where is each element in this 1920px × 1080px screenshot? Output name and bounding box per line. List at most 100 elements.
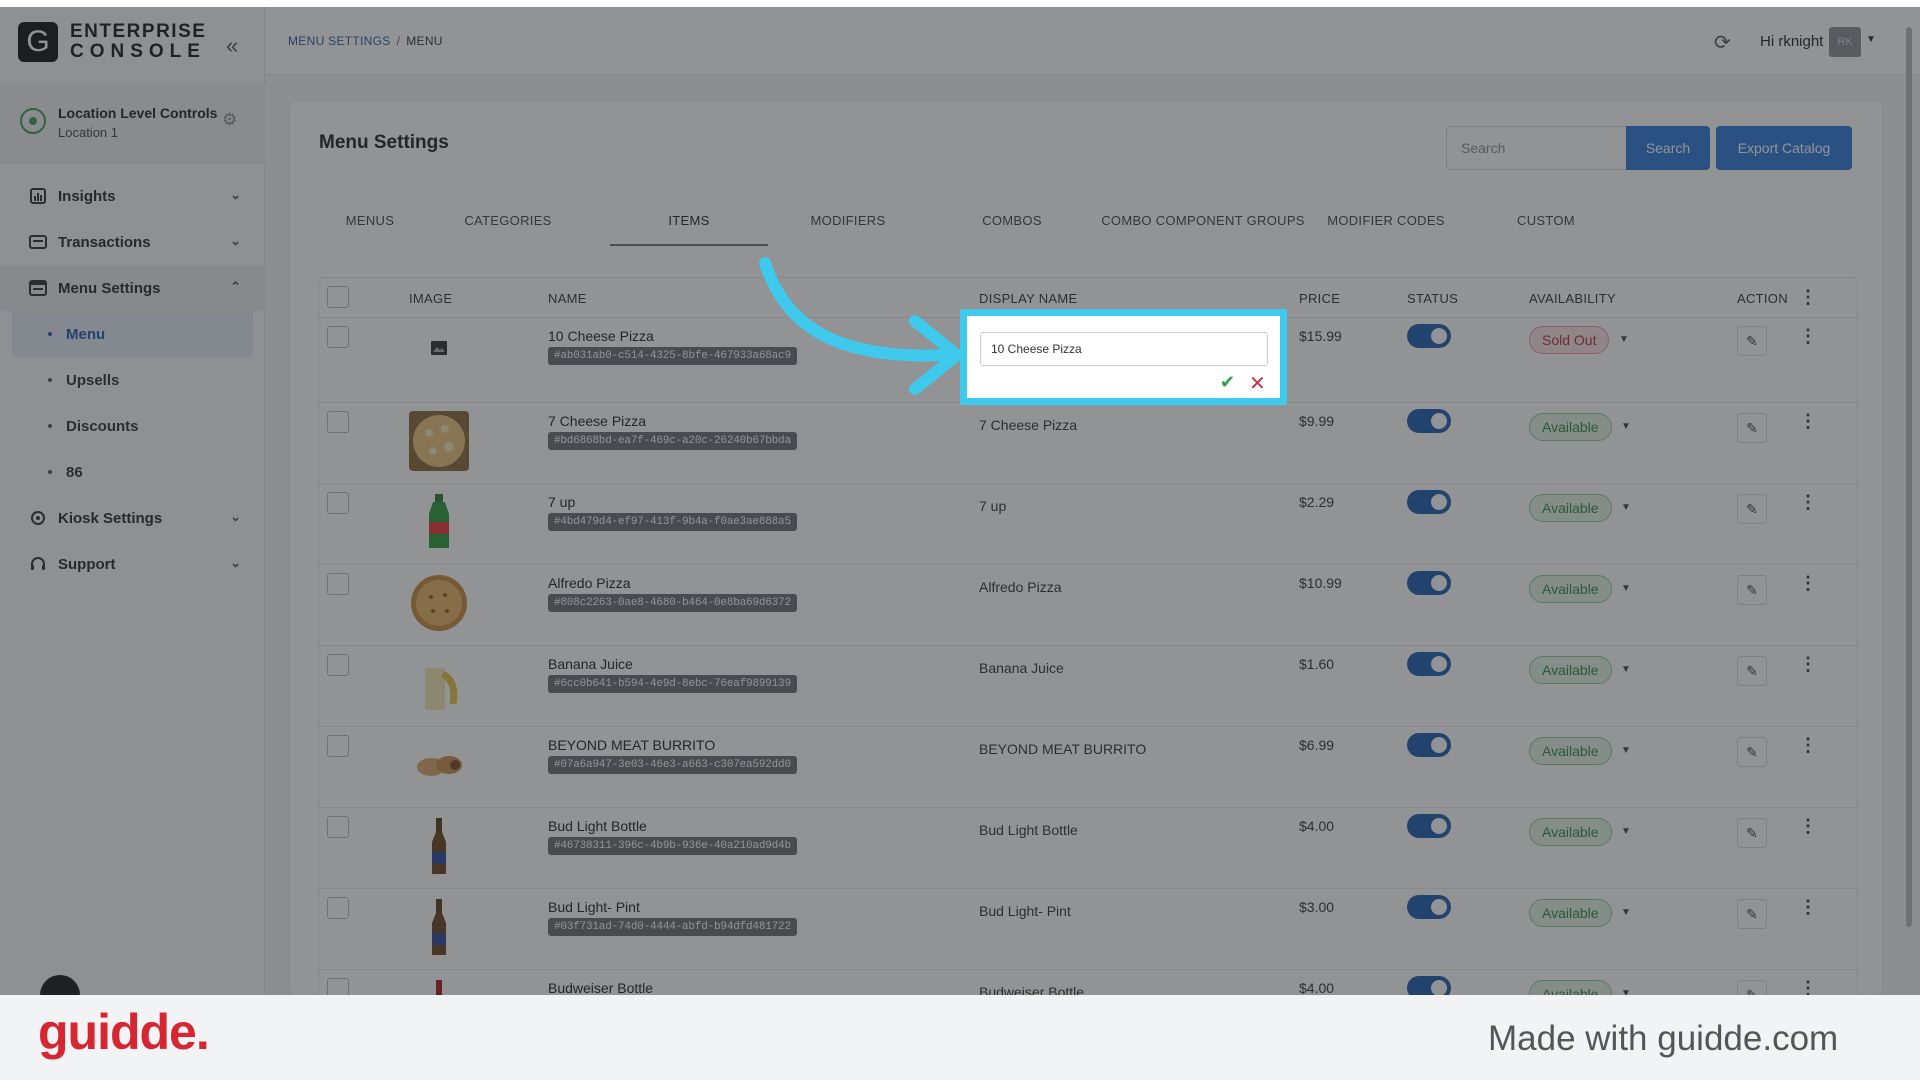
tab-categories[interactable]: CATEGORIES bbox=[448, 210, 568, 246]
item-display-name[interactable]: Bud Light- Pint bbox=[979, 903, 1071, 919]
availability-dropdown-icon[interactable]: ▼ bbox=[1621, 826, 1631, 837]
edit-icon[interactable]: ✎ bbox=[1737, 899, 1767, 929]
gear-icon[interactable]: ⚙ bbox=[222, 110, 237, 130]
item-display-name[interactable]: Budweiser Bottle bbox=[979, 984, 1084, 995]
refresh-icon[interactable]: ⟳ bbox=[1714, 30, 1731, 55]
availability-badge[interactable]: Available bbox=[1529, 413, 1612, 441]
tab-modifier-codes[interactable]: MODIFIER CODES bbox=[1320, 210, 1452, 246]
availability-badge[interactable]: Available bbox=[1529, 818, 1612, 846]
availability-dropdown-icon[interactable]: ▼ bbox=[1621, 502, 1631, 513]
sidebar-subitem-discounts[interactable]: Discounts bbox=[0, 403, 265, 449]
collapse-sidebar-icon[interactable]: « bbox=[226, 33, 238, 59]
item-display-name[interactable]: Banana Juice bbox=[979, 660, 1064, 676]
item-display-name[interactable]: Bud Light Bottle bbox=[979, 822, 1078, 838]
brand-logo[interactable]: G bbox=[18, 22, 58, 62]
edit-icon[interactable]: ✎ bbox=[1737, 656, 1767, 686]
status-toggle[interactable] bbox=[1407, 976, 1451, 995]
edit-icon[interactable]: ✎ bbox=[1737, 326, 1767, 356]
status-toggle[interactable] bbox=[1407, 652, 1451, 676]
sidebar-subitem-menu[interactable]: Menu bbox=[12, 311, 253, 357]
edit-icon[interactable]: ✎ bbox=[1737, 575, 1767, 605]
row-checkbox[interactable] bbox=[327, 816, 349, 838]
row-checkbox[interactable] bbox=[327, 326, 349, 348]
status-toggle[interactable] bbox=[1407, 409, 1451, 433]
row-kebab-icon[interactable]: ⋮ bbox=[1799, 816, 1817, 837]
sidebar-item-insights[interactable]: Insights ⌄ bbox=[0, 173, 265, 219]
status-toggle[interactable] bbox=[1407, 814, 1451, 838]
search-input[interactable] bbox=[1446, 126, 1626, 170]
availability-dropdown-icon[interactable]: ▼ bbox=[1621, 907, 1631, 918]
row-kebab-icon[interactable]: ⋮ bbox=[1799, 326, 1817, 347]
kiosk-gear-icon bbox=[28, 508, 48, 528]
export-catalog-button[interactable]: Export Catalog bbox=[1716, 126, 1852, 170]
row-checkbox[interactable] bbox=[327, 492, 349, 514]
edit-icon[interactable]: ✎ bbox=[1737, 980, 1767, 995]
status-toggle[interactable] bbox=[1407, 324, 1451, 348]
edit-icon[interactable]: ✎ bbox=[1737, 818, 1767, 848]
row-kebab-icon[interactable]: ⋮ bbox=[1799, 492, 1817, 513]
item-display-name[interactable]: BEYOND MEAT BURRITO bbox=[979, 741, 1146, 757]
availability-dropdown-icon[interactable]: ▼ bbox=[1621, 583, 1631, 594]
item-display-name[interactable]: Alfredo Pizza bbox=[979, 579, 1061, 595]
edit-icon[interactable]: ✎ bbox=[1737, 737, 1767, 767]
tab-modifiers[interactable]: MODIFIERS bbox=[786, 210, 910, 246]
sidebar-item-transactions[interactable]: Transactions ⌄ bbox=[0, 219, 265, 265]
row-checkbox[interactable] bbox=[327, 654, 349, 676]
row-kebab-icon[interactable]: ⋮ bbox=[1799, 735, 1817, 756]
row-checkbox[interactable] bbox=[327, 978, 349, 995]
availability-dropdown-icon[interactable]: ▼ bbox=[1621, 664, 1631, 675]
availability-badge[interactable]: Available bbox=[1529, 575, 1612, 603]
row-checkbox[interactable] bbox=[327, 897, 349, 919]
row-checkbox[interactable] bbox=[327, 573, 349, 595]
search-button[interactable]: Search bbox=[1626, 126, 1710, 170]
row-checkbox[interactable] bbox=[327, 735, 349, 757]
row-kebab-icon[interactable]: ⋮ bbox=[1799, 411, 1817, 432]
check-icon[interactable]: ✔ bbox=[1220, 372, 1235, 393]
status-toggle[interactable] bbox=[1407, 895, 1451, 919]
sidebar-subitem-86[interactable]: 86 bbox=[0, 449, 265, 495]
edit-icon[interactable]: ✎ bbox=[1737, 413, 1767, 443]
availability-badge[interactable]: Available bbox=[1529, 899, 1612, 927]
display-name-input[interactable] bbox=[980, 332, 1268, 366]
sidebar-subitem-upsells[interactable]: Upsells bbox=[0, 357, 265, 403]
row-kebab-icon[interactable]: ⋮ bbox=[1799, 573, 1817, 594]
tab-combos[interactable]: COMBOS bbox=[958, 210, 1066, 246]
avatar[interactable]: RK bbox=[1829, 27, 1861, 57]
status-toggle[interactable] bbox=[1407, 490, 1451, 514]
user-menu-caret-icon[interactable]: ▼ bbox=[1866, 34, 1876, 45]
close-icon[interactable]: ✕ bbox=[1249, 371, 1266, 396]
item-price: $6.99 bbox=[1299, 737, 1335, 753]
location-selector[interactable]: Location Level Controls Location 1 ⚙ bbox=[0, 83, 265, 163]
availability-badge[interactable]: Available bbox=[1529, 737, 1612, 765]
tab-custom[interactable]: CUSTOM bbox=[1494, 210, 1598, 246]
status-toggle[interactable] bbox=[1407, 571, 1451, 595]
tab-menus[interactable]: MENUS bbox=[318, 210, 422, 246]
column-options-kebab-icon[interactable]: ⋮ bbox=[1799, 287, 1817, 308]
row-checkbox[interactable] bbox=[327, 411, 349, 433]
availability-dropdown-icon[interactable]: ▼ bbox=[1621, 421, 1631, 432]
chat-bubble-icon[interactable] bbox=[40, 975, 80, 995]
status-toggle[interactable] bbox=[1407, 733, 1451, 757]
row-kebab-icon[interactable]: ⋮ bbox=[1799, 978, 1817, 995]
availability-badge[interactable]: Available bbox=[1529, 980, 1612, 995]
availability-dropdown-icon[interactable]: ▼ bbox=[1621, 988, 1631, 995]
tab-items[interactable]: ITEMS bbox=[610, 210, 768, 246]
row-kebab-icon[interactable]: ⋮ bbox=[1799, 897, 1817, 918]
availability-badge[interactable]: Available bbox=[1529, 656, 1612, 684]
edit-icon[interactable]: ✎ bbox=[1737, 494, 1767, 524]
availability-badge[interactable]: Available bbox=[1529, 494, 1612, 522]
item-display-name[interactable]: 7 Cheese Pizza bbox=[979, 417, 1077, 433]
sidebar-item-support[interactable]: Support ⌄ bbox=[0, 541, 265, 587]
sidebar-item-menu-settings[interactable]: Menu Settings ⌃ bbox=[0, 265, 265, 311]
availability-badge[interactable]: Sold Out bbox=[1529, 326, 1610, 354]
chevron-down-icon: ⌄ bbox=[230, 555, 241, 570]
sidebar-item-kiosk-settings[interactable]: Kiosk Settings ⌄ bbox=[0, 495, 265, 541]
breadcrumb-link[interactable]: MENU SETTINGS bbox=[288, 34, 391, 48]
tab-combo-component-groups[interactable]: COMBO COMPONENT GROUPS bbox=[1100, 210, 1306, 246]
select-all-checkbox[interactable] bbox=[327, 286, 349, 308]
scrollbar[interactable] bbox=[1906, 27, 1912, 927]
availability-dropdown-icon[interactable]: ▼ bbox=[1621, 745, 1631, 756]
item-display-name[interactable]: 7 up bbox=[979, 498, 1006, 514]
availability-dropdown-icon[interactable]: ▼ bbox=[1619, 334, 1629, 345]
row-kebab-icon[interactable]: ⋮ bbox=[1799, 654, 1817, 675]
